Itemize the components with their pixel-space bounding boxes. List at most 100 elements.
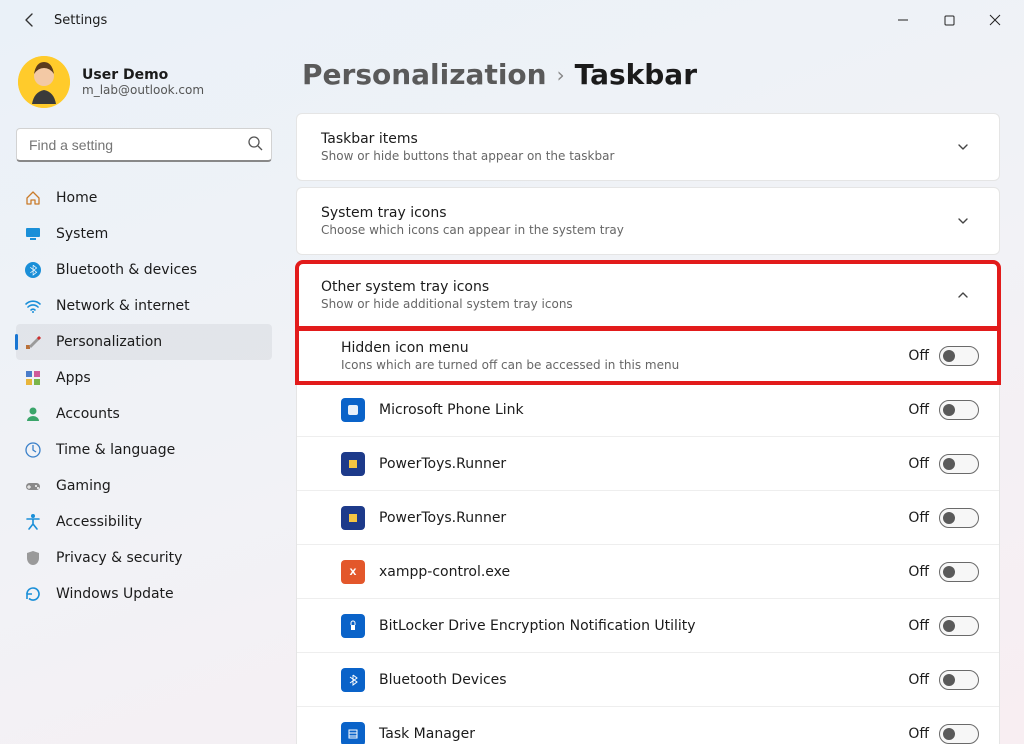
profile-name: User Demo — [82, 67, 204, 83]
toggle-state: Off — [908, 456, 929, 472]
nav-time-language[interactable]: Time & language — [16, 432, 272, 468]
app-icon — [341, 668, 365, 692]
section-system-tray[interactable]: System tray icons Choose which icons can… — [296, 187, 1000, 255]
nav-network[interactable]: Network & internet — [16, 288, 272, 324]
toggle-state: Off — [908, 510, 929, 526]
profile-email: m_lab@outlook.com — [82, 83, 204, 97]
section-subtitle: Choose which icons can appear in the sys… — [321, 223, 933, 237]
person-icon — [24, 405, 42, 423]
toggle-app[interactable] — [939, 616, 979, 636]
breadcrumb-current: Taskbar — [575, 58, 697, 91]
nav-label: Gaming — [56, 478, 111, 494]
maximize-button[interactable] — [926, 5, 972, 35]
toggle-state: Off — [908, 348, 929, 364]
breadcrumb: Personalization › Taskbar — [296, 58, 1000, 91]
tray-app-row: X xampp-control.exe Off — [297, 545, 999, 599]
tray-app-row: PowerToys.Runner Off — [297, 437, 999, 491]
toggle-app[interactable] — [939, 724, 979, 744]
tray-app-row: BitLocker Drive Encryption Notification … — [297, 599, 999, 653]
toggle-app[interactable] — [939, 562, 979, 582]
nav-bluetooth[interactable]: Bluetooth & devices — [16, 252, 272, 288]
nav-accounts[interactable]: Accounts — [16, 396, 272, 432]
section-title: Taskbar items — [321, 131, 933, 147]
app-icon — [341, 722, 365, 744]
nav-apps[interactable]: Apps — [16, 360, 272, 396]
row-subtitle: Icons which are turned off can be access… — [341, 358, 894, 372]
toggle-app[interactable] — [939, 670, 979, 690]
profile-text: User Demo m_lab@outlook.com — [82, 67, 204, 97]
toggle-state: Off — [908, 564, 929, 580]
app-icon: X — [341, 560, 365, 584]
back-button[interactable] — [12, 2, 48, 38]
nav-home[interactable]: Home — [16, 180, 272, 216]
section-other-tray: Other system tray icons Show or hide add… — [296, 261, 1000, 744]
profile-block[interactable]: User Demo m_lab@outlook.com — [16, 48, 272, 128]
window-title: Settings — [54, 13, 107, 28]
titlebar: Settings — [0, 0, 1024, 40]
toggle-app[interactable] — [939, 400, 979, 420]
nav-label: Windows Update — [56, 586, 174, 602]
toggle-state: Off — [908, 672, 929, 688]
bluetooth-icon — [24, 261, 42, 279]
nav-label: Accounts — [56, 406, 120, 422]
section-title: System tray icons — [321, 205, 933, 221]
clock-globe-icon — [24, 441, 42, 459]
app-name: xampp-control.exe — [379, 564, 894, 580]
nav-list: Home System Bluetooth & devices Network … — [16, 180, 272, 612]
app-name: Microsoft Phone Link — [379, 402, 894, 418]
app-name: PowerToys.Runner — [379, 456, 894, 472]
row-hidden-icon-menu: Hidden icon menu Icons which are turned … — [297, 329, 999, 383]
nav-label: System — [56, 226, 108, 242]
expand-button[interactable] — [947, 205, 979, 237]
nav-label: Time & language — [56, 442, 175, 458]
toggle-app[interactable] — [939, 508, 979, 528]
app-name: Task Manager — [379, 726, 894, 742]
tray-app-row: Bluetooth Devices Off — [297, 653, 999, 707]
section-title: Other system tray icons — [321, 279, 933, 295]
nav-label: Accessibility — [56, 514, 142, 530]
minimize-button[interactable] — [880, 5, 926, 35]
toggle-state: Off — [908, 618, 929, 634]
nav-label: Personalization — [56, 334, 162, 350]
nav-accessibility[interactable]: Accessibility — [16, 504, 272, 540]
sidebar: User Demo m_lab@outlook.com Home System … — [0, 40, 288, 744]
paint-icon — [24, 333, 42, 351]
nav-personalization[interactable]: Personalization — [16, 324, 272, 360]
app-name: Bluetooth Devices — [379, 672, 894, 688]
tray-app-row: PowerToys.Runner Off — [297, 491, 999, 545]
search-icon — [247, 135, 263, 155]
section-other-tray-header[interactable]: Other system tray icons Show or hide add… — [297, 262, 999, 328]
gamepad-icon — [24, 477, 42, 495]
search-input[interactable] — [27, 136, 247, 154]
section-taskbar-items[interactable]: Taskbar items Show or hide buttons that … — [296, 113, 1000, 181]
app-icon — [341, 506, 365, 530]
other-tray-list: Hidden icon menu Icons which are turned … — [297, 328, 999, 744]
nav-label: Network & internet — [56, 298, 190, 314]
tray-app-row: Microsoft Phone Link Off — [297, 383, 999, 437]
collapse-button[interactable] — [947, 279, 979, 311]
wifi-icon — [24, 297, 42, 315]
toggle-app[interactable] — [939, 454, 979, 474]
section-subtitle: Show or hide additional system tray icon… — [321, 297, 933, 311]
update-icon — [24, 585, 42, 603]
nav-gaming[interactable]: Gaming — [16, 468, 272, 504]
nav-system[interactable]: System — [16, 216, 272, 252]
accessibility-icon — [24, 513, 42, 531]
nav-label: Bluetooth & devices — [56, 262, 197, 278]
app-name: BitLocker Drive Encryption Notification … — [379, 618, 894, 634]
close-button[interactable] — [972, 5, 1018, 35]
expand-button[interactable] — [947, 131, 979, 163]
nav-label: Home — [56, 190, 97, 206]
tray-app-row: Task Manager Off — [297, 707, 999, 744]
nav-windows-update[interactable]: Windows Update — [16, 576, 272, 612]
search-box[interactable] — [16, 128, 272, 162]
app-name: PowerToys.Runner — [379, 510, 894, 526]
toggle-hidden-icon-menu[interactable] — [939, 346, 979, 366]
nav-privacy[interactable]: Privacy & security — [16, 540, 272, 576]
svg-text:X: X — [350, 568, 357, 578]
main-content: Personalization › Taskbar Taskbar items … — [288, 40, 1024, 744]
monitor-icon — [24, 225, 42, 243]
app-icon — [341, 398, 365, 422]
breadcrumb-parent[interactable]: Personalization — [302, 58, 547, 91]
home-icon — [24, 189, 42, 207]
